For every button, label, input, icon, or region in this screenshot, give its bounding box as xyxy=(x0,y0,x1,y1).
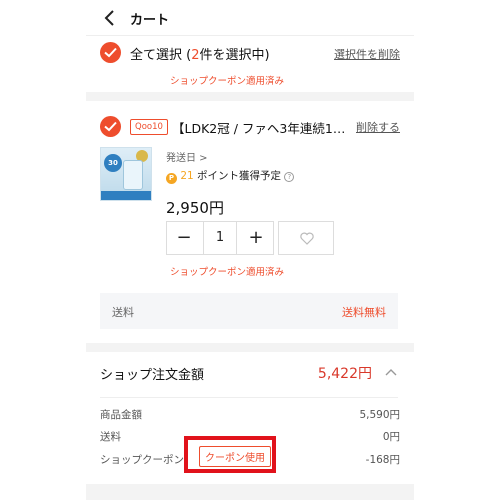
highlight-box xyxy=(184,436,276,473)
shop-coupon-note: ショップクーポン適用済み xyxy=(170,76,285,87)
shipping-fee-value: 0円 xyxy=(382,431,400,443)
favorite-button[interactable] xyxy=(278,221,334,255)
points-icon: P xyxy=(166,173,177,184)
shipping-label: 送料 xyxy=(112,306,134,319)
delete-item-link[interactable]: 削除する xyxy=(356,119,400,135)
quantity-stepper: − 1 + xyxy=(166,221,274,255)
check-icon xyxy=(104,121,117,132)
shop-badge: Qoo10 xyxy=(130,119,168,135)
shop-coupon-label: ショップクーポン xyxy=(100,454,184,466)
select-all-checkbox[interactable] xyxy=(100,42,121,63)
ship-date-link[interactable]: 発送日 > xyxy=(166,149,208,164)
chevron-left-icon[interactable] xyxy=(100,8,120,28)
delete-selected-link[interactable]: 選択件を削除 xyxy=(334,46,400,62)
select-all-label: 全て選択 (2件を選択中) xyxy=(130,44,270,63)
subtotal-label: 商品金額 xyxy=(100,409,142,421)
shipping-box: 送料 送料無料 xyxy=(100,293,398,329)
chevron-up-icon[interactable] xyxy=(384,364,398,378)
heart-icon xyxy=(300,232,314,245)
divider xyxy=(100,397,398,398)
order-total-amount: 5,422円 xyxy=(317,366,372,382)
order-total-label: ショップ注文金額 xyxy=(100,368,205,383)
section-divider xyxy=(86,92,414,101)
item-checkbox[interactable] xyxy=(100,116,121,137)
image-badge: 30 xyxy=(104,154,122,172)
points-label: ポイント獲得予定 xyxy=(193,170,285,182)
points-value: 21 xyxy=(180,170,194,182)
points-info: P 21 ポイント獲得予定 ? xyxy=(166,168,295,184)
select-all-prefix: 全て選択 ( xyxy=(130,48,192,63)
bottle-illustration xyxy=(123,160,143,190)
selected-count: 2 xyxy=(191,48,200,63)
section-divider xyxy=(86,343,414,352)
help-icon[interactable]: ? xyxy=(284,172,295,182)
shipping-value: 送料無料 xyxy=(342,306,386,319)
bottom-bar xyxy=(86,484,414,500)
product-title[interactable]: 【LDK2冠 / ファヘ3年連続1位... xyxy=(172,118,350,137)
shipping-fee-label: 送料 xyxy=(100,431,121,443)
item-price: 2,950円 xyxy=(166,199,224,217)
shop-coupon-value: -168円 xyxy=(365,454,400,466)
product-image[interactable]: 30 xyxy=(100,147,152,201)
decrease-button[interactable]: − xyxy=(167,222,201,254)
check-icon xyxy=(104,47,117,58)
header: カート xyxy=(86,0,414,36)
quantity-value[interactable]: 1 xyxy=(203,222,237,254)
select-all-suffix: 件を選択中) xyxy=(199,48,270,63)
page-title: カート xyxy=(130,13,170,28)
image-footer-strip xyxy=(101,191,151,200)
cart-screen: カート 全て選択 (2件を選択中) 選択件を削除 ショップクーポン適用済み Qo… xyxy=(86,0,414,500)
increase-button[interactable]: + xyxy=(239,222,273,254)
item-coupon-note: ショップクーポン適用済み xyxy=(170,267,285,278)
subtotal-value: 5,590円 xyxy=(359,409,400,421)
